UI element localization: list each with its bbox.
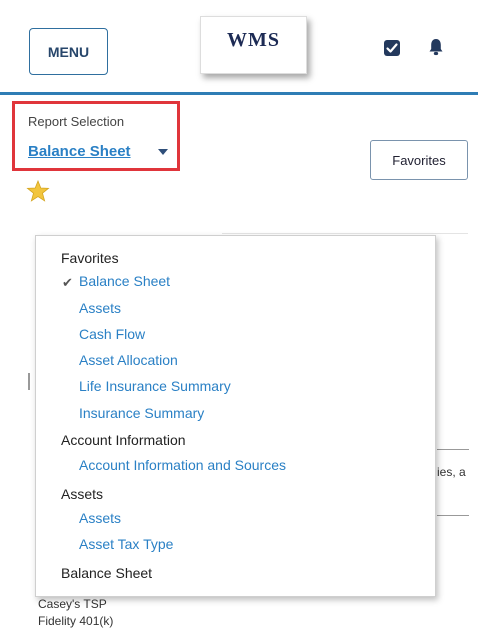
dropdown-item-asset-tax-type[interactable]: Asset Tax Type <box>79 536 173 552</box>
divider <box>437 515 469 516</box>
account-row-label: Fidelity 401(k) <box>38 614 114 628</box>
dropdown-item-balance-sheet[interactable]: Balance Sheet <box>79 273 170 289</box>
background-partial-text: ies, a <box>437 465 466 479</box>
menu-button[interactable]: MENU <box>29 28 108 75</box>
report-selection-highlight <box>12 101 180 171</box>
dropdown-item-asset-allocation[interactable]: Asset Allocation <box>79 352 178 368</box>
report-dropdown-menu: Favorites ✔ Balance Sheet Assets Cash Fl… <box>35 235 436 597</box>
divider <box>222 233 468 234</box>
dropdown-item-life-insurance-summary[interactable]: Life Insurance Summary <box>79 378 231 394</box>
dropdown-group-heading: Balance Sheet <box>61 565 153 581</box>
account-row-label: Casey's TSP <box>38 597 107 611</box>
dropdown-group-heading: Assets <box>61 486 104 502</box>
background-fragment <box>28 373 30 390</box>
dropdown-item-insurance-summary[interactable]: Insurance Summary <box>79 405 204 421</box>
check-icon: ✔ <box>62 275 73 290</box>
logo: WMS <box>200 16 307 74</box>
favorites-button[interactable]: Favorites <box>370 140 468 180</box>
dropdown-item-cash-flow[interactable]: Cash Flow <box>79 326 145 342</box>
checkbox-icon[interactable] <box>384 40 400 56</box>
report-selection-label: Report Selection <box>28 114 125 129</box>
app-header: MENU WMS <box>0 0 478 95</box>
chevron-down-icon[interactable] <box>158 149 168 155</box>
divider <box>437 449 469 450</box>
logo-text: WMS <box>227 29 280 51</box>
dropdown-item-assets[interactable]: Assets <box>79 510 121 526</box>
report-selector-link[interactable]: Balance Sheet <box>28 143 131 160</box>
dropdown-group-heading: Favorites <box>61 250 119 266</box>
bell-icon[interactable] <box>428 38 444 56</box>
dropdown-group-heading: Account Information <box>61 432 186 448</box>
dropdown-item-assets[interactable]: Assets <box>79 300 121 316</box>
dropdown-item-account-information-and-sources[interactable]: Account Information and Sources <box>79 457 286 473</box>
star-icon[interactable] <box>26 180 50 202</box>
